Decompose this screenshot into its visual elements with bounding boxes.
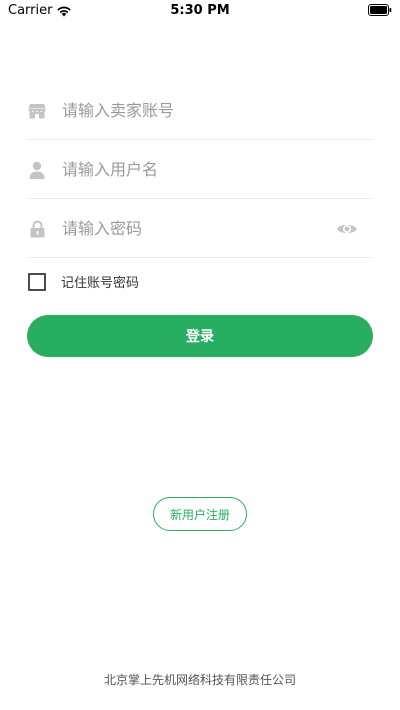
remember-credentials[interactable]: 记住账号密码 bbox=[28, 272, 139, 291]
register-button[interactable]: 新用户注册 bbox=[153, 497, 247, 531]
login-button[interactable]: 登录 bbox=[27, 315, 373, 357]
lock-icon bbox=[28, 220, 46, 238]
login-screen: Carrier 5:30 PM 请输入卖家账号 请输入用户名 记住账号密码 登录… bbox=[0, 0, 400, 710]
show-password-toggle[interactable] bbox=[333, 219, 361, 239]
username-input[interactable] bbox=[62, 149, 373, 190]
clock: 5:30 PM bbox=[170, 3, 230, 18]
remember-label: 记住账号密码 bbox=[61, 276, 140, 291]
store-account-row bbox=[27, 82, 373, 140]
username-row bbox=[27, 141, 373, 199]
eye-icon bbox=[337, 224, 357, 233]
user-icon bbox=[28, 161, 46, 179]
password-row bbox=[27, 200, 373, 258]
store-account-input[interactable] bbox=[62, 90, 373, 131]
battery-icon bbox=[368, 4, 392, 16]
remember-checkbox[interactable] bbox=[28, 272, 46, 291]
password-input[interactable] bbox=[62, 208, 333, 249]
store-icon bbox=[28, 102, 46, 120]
company-footer: 北京掌上先机网络科技有限责任公司 bbox=[103, 673, 296, 687]
status-bar: Carrier 5:30 PM bbox=[0, 0, 400, 22]
